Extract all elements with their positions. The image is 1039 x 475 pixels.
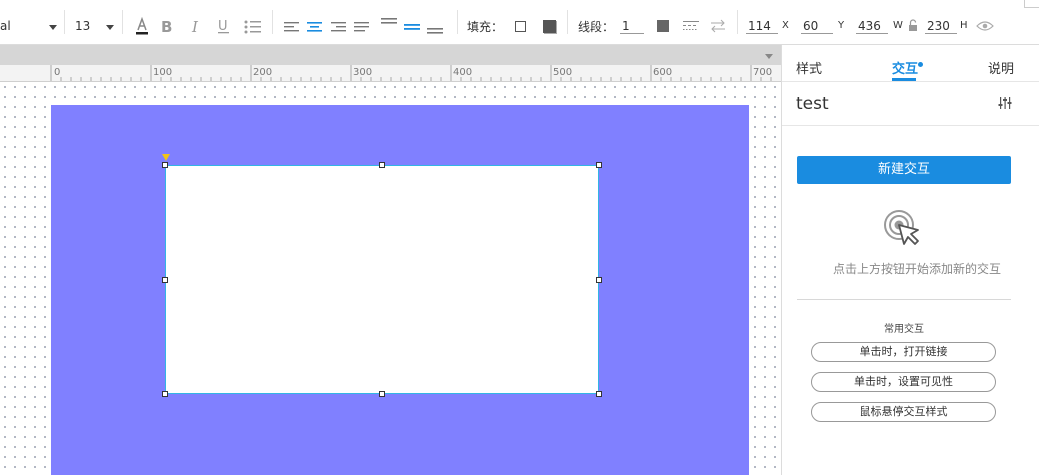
resize-handle-right[interactable] xyxy=(596,277,602,283)
valign-bottom-icon[interactable] xyxy=(426,16,444,34)
horizontal-ruler: 0 100 200 300 400 500 600 700 xyxy=(0,65,781,82)
align-left-icon[interactable] xyxy=(284,21,300,33)
toolbar-divider xyxy=(457,10,458,34)
italic-icon[interactable]: I xyxy=(190,18,204,34)
lock-aspect-icon[interactable] xyxy=(908,19,918,32)
action-hover-style[interactable]: 鼠标悬停交互样式 xyxy=(811,402,996,422)
visibility-eye-icon[interactable] xyxy=(976,20,994,32)
toolbar-divider xyxy=(567,10,568,34)
tab-notes[interactable]: 说明 xyxy=(988,58,1014,77)
selected-widget-test[interactable] xyxy=(165,165,599,394)
canvas-menu-dropdown-icon[interactable] xyxy=(765,54,773,59)
corner-marker-icon[interactable] xyxy=(162,154,170,161)
font-size-select[interactable]: 13 xyxy=(75,19,90,33)
font-color-icon[interactable] xyxy=(134,17,150,35)
toolbar-divider xyxy=(737,10,738,34)
w-label: W xyxy=(893,20,903,31)
bold-icon[interactable]: B xyxy=(160,18,174,34)
line-color-swatch[interactable] xyxy=(657,20,669,32)
height-input[interactable]: 230 xyxy=(925,18,957,34)
resize-handle-left[interactable] xyxy=(162,277,168,283)
resize-handle-bottom-right[interactable] xyxy=(596,391,602,397)
x-position-input[interactable]: 114 xyxy=(746,18,778,34)
underline-icon[interactable]: U xyxy=(217,18,231,34)
tab-style[interactable]: 样式 xyxy=(796,58,822,77)
resize-handle-top[interactable] xyxy=(379,162,385,168)
tab-interaction[interactable]: 交互 xyxy=(892,58,918,77)
toolbar-divider xyxy=(64,10,65,34)
click-cursor-icon xyxy=(884,210,919,245)
settings-sliders-icon[interactable] xyxy=(998,96,1012,110)
x-label: X xyxy=(782,20,789,31)
arrow-style-icon[interactable] xyxy=(710,19,726,33)
canvas-header-bar xyxy=(0,45,781,65)
h-label: H xyxy=(960,20,968,31)
resize-handle-bottom-left[interactable] xyxy=(162,391,168,397)
valign-middle-icon[interactable] xyxy=(403,16,421,34)
align-justify-icon[interactable] xyxy=(354,21,370,33)
resize-handle-bottom[interactable] xyxy=(379,391,385,397)
font-family-select[interactable]: al xyxy=(0,19,11,33)
name-divider xyxy=(782,125,1039,126)
toolbar-divider xyxy=(122,10,123,34)
design-canvas[interactable] xyxy=(0,82,781,475)
y-label: Y xyxy=(838,20,845,31)
align-right-icon[interactable] xyxy=(331,21,347,33)
svg-text:B: B xyxy=(161,18,172,34)
resize-handle-top-left[interactable] xyxy=(162,162,168,168)
font-family-dropdown-icon[interactable] xyxy=(49,25,57,30)
toolbar-right-edge xyxy=(1024,0,1039,8)
tabs-divider xyxy=(782,81,1039,82)
svg-text:U: U xyxy=(218,19,228,34)
line-label: 线段： xyxy=(578,20,615,34)
ruler-ticks xyxy=(50,65,772,81)
bullet-list-icon[interactable] xyxy=(244,20,262,34)
fill-color-swatch[interactable] xyxy=(515,21,526,32)
section-divider xyxy=(797,299,1011,300)
new-interaction-button[interactable]: 新建交互 xyxy=(797,156,1011,184)
common-interactions-title: 常用交互 xyxy=(884,324,924,335)
inspector-panel: 样式 交互 说明 test 新建交互 点击上方按钮开始添加新的交互 常用交互 单… xyxy=(781,45,1039,475)
align-center-icon[interactable] xyxy=(307,21,323,33)
unsaved-dot-icon xyxy=(918,62,923,67)
widget-name[interactable]: test xyxy=(796,94,829,114)
valign-top-icon[interactable] xyxy=(380,16,398,34)
svg-text:I: I xyxy=(191,18,199,34)
format-toolbar: al 13 B I U 填充： 线段： 1 114 X 60 Y 436 W 2… xyxy=(0,0,1039,45)
toolbar-divider xyxy=(272,10,273,34)
fill-label: 填充： xyxy=(467,20,504,34)
line-width-input[interactable]: 1 xyxy=(620,18,644,34)
empty-interaction-hint: 点击上方按钮开始添加新的交互 xyxy=(832,262,1001,276)
font-size-dropdown-icon[interactable] xyxy=(106,25,114,30)
y-position-input[interactable]: 60 xyxy=(801,18,833,34)
line-pattern-icon[interactable] xyxy=(682,19,700,33)
width-input[interactable]: 436 xyxy=(856,18,888,34)
action-click-open-link[interactable]: 单击时，打开链接 xyxy=(811,342,996,362)
shadow-swatch[interactable] xyxy=(543,20,556,33)
action-click-set-visibility[interactable]: 单击时，设置可见性 xyxy=(811,372,996,392)
resize-handle-top-right[interactable] xyxy=(596,162,602,168)
